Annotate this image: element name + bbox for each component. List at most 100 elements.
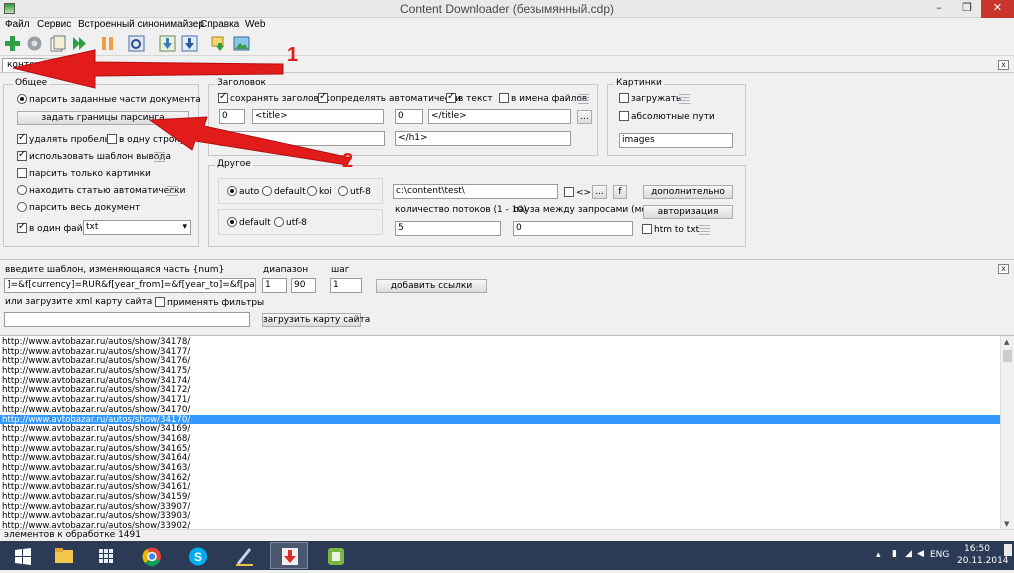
scroll-up-icon[interactable]: ▲ <box>1004 338 1009 346</box>
htm-to-txt-checkbox[interactable]: htm to txt <box>642 224 699 236</box>
list-item[interactable]: http://www.avtobazar.ru/autos/show/34169… <box>0 424 1000 434</box>
images-folder-field[interactable]: images <box>619 133 733 148</box>
signal-icon[interactable]: ◢ <box>905 549 912 559</box>
scroll-thumb[interactable] <box>1003 350 1012 362</box>
volume-icon[interactable]: ◀ <box>917 549 924 559</box>
list-scrollbar[interactable]: ▲ ▼ <box>1000 336 1014 529</box>
to-text-checkbox[interactable]: в текст <box>446 91 493 105</box>
pages-icon[interactable] <box>48 34 67 53</box>
list-item[interactable]: http://www.avtobazar.ru/autos/show/33907… <box>0 502 1000 512</box>
url-list[interactable]: http://www.avtobazar.ru/autos/show/34178… <box>0 335 1014 529</box>
detect-auto-checkbox[interactable]: определять автоматически <box>318 91 461 105</box>
heading-start-tag[interactable]: <title> <box>252 109 384 124</box>
add-links-button[interactable]: добавить ссылки <box>376 279 487 293</box>
enc-utf8-option[interactable]: utf-8 <box>338 186 371 198</box>
enc2-utf8-option[interactable]: utf-8 <box>274 217 307 229</box>
heading-more-button[interactable]: ... <box>577 110 592 124</box>
list-item[interactable]: http://www.avtobazar.ru/autos/show/34177… <box>0 347 1000 357</box>
language-indicator[interactable]: ENG <box>930 550 949 560</box>
content-downloader-icon[interactable] <box>270 542 308 569</box>
scroll-down-icon[interactable]: ▼ <box>1004 520 1009 528</box>
minimize-button[interactable]: – <box>927 0 951 18</box>
heading-end-tag[interactable]: </title> <box>428 109 571 124</box>
list-item[interactable]: http://www.avtobazar.ru/autos/show/34163… <box>0 463 1000 473</box>
pause-field[interactable]: 0 <box>513 221 633 236</box>
load-images-checkbox[interactable]: загружать <box>619 93 681 105</box>
list-item[interactable]: http://www.avtobazar.ru/autos/show/34159… <box>0 492 1000 502</box>
writer-icon[interactable] <box>224 542 262 569</box>
pause-icon[interactable] <box>98 34 117 53</box>
heading-end-offset[interactable]: 0 <box>395 109 423 124</box>
menu-help[interactable]: Справка <box>200 18 239 32</box>
load-sitemap-button[interactable]: загрузить карту сайта <box>262 313 370 327</box>
window-search-icon[interactable] <box>127 34 146 53</box>
list-item[interactable]: http://www.avtobazar.ru/autos/show/34170… <box>0 414 1000 424</box>
browse-path-button[interactable]: ... <box>592 185 607 199</box>
enc-auto-option[interactable]: auto <box>227 186 259 198</box>
lt-gt-checkbox[interactable]: <> <box>564 187 591 199</box>
explorer-icon[interactable] <box>44 542 82 569</box>
save-heading-checkbox[interactable]: сохранять заголовок <box>218 91 330 105</box>
list-settings-icon[interactable] <box>679 94 690 104</box>
list-item[interactable]: http://www.avtobazar.ru/autos/show/33903… <box>0 511 1000 522</box>
list-item[interactable]: http://www.avtobazar.ru/autos/show/34170… <box>0 405 1000 415</box>
list-item[interactable]: http://www.avtobazar.ru/autos/show/34178… <box>0 337 1000 347</box>
menu-synonymizer[interactable]: Встроенный синонимайзер <box>78 18 204 32</box>
download-icon[interactable] <box>158 34 177 53</box>
list-item[interactable]: http://www.avtobazar.ru/autos/show/34174… <box>0 376 1000 386</box>
list-item[interactable]: http://www.avtobazar.ru/autos/show/34168… <box>0 434 1000 444</box>
list-item[interactable]: http://www.avtobazar.ru/autos/show/34165… <box>0 444 1000 454</box>
gear-icon[interactable] <box>25 34 44 53</box>
menu-file[interactable]: Файл <box>5 18 30 32</box>
find-auto-option[interactable]: находить статью автоматически <box>17 185 185 197</box>
f-button[interactable]: f <box>613 185 627 199</box>
file-type-select[interactable]: txt ▾ <box>83 220 191 235</box>
authorization-button[interactable]: авторизация <box>643 205 733 219</box>
extra-settings-button[interactable]: дополнительно <box>643 185 733 199</box>
enc-koi-option[interactable]: koi <box>307 186 332 198</box>
list-settings-icon[interactable] <box>578 94 589 104</box>
play-icon[interactable] <box>70 34 89 53</box>
chrome-icon[interactable] <box>132 542 170 569</box>
tab-close-button[interactable]: x <box>998 60 1009 70</box>
heading-alt-end-tag[interactable]: </h1> <box>395 131 571 146</box>
template-field[interactable]: ]=&f[currency]=RUR&f[year_from]=&f[year_… <box>4 278 256 293</box>
range-from-field[interactable]: 1 <box>262 278 287 293</box>
clock-time[interactable]: 16:50 <box>964 544 990 554</box>
add-icon[interactable] <box>3 34 22 53</box>
apps-icon[interactable] <box>86 542 124 569</box>
whole-doc-option[interactable]: парсить весь документ <box>17 202 140 214</box>
one-file-checkbox[interactable]: в один файл <box>17 221 88 235</box>
menu-web[interactable]: Web <box>245 18 265 32</box>
template-close-button[interactable]: x <box>998 264 1009 274</box>
output-path-field[interactable]: c:\content\test\ <box>393 184 558 199</box>
list-item[interactable]: http://www.avtobazar.ru/autos/show/33902… <box>0 521 1000 529</box>
heading-alt-start-tag[interactable]: <h1> <box>219 131 385 146</box>
list-item[interactable]: http://www.avtobazar.ru/autos/show/34172… <box>0 385 1000 396</box>
export-icon[interactable] <box>210 34 229 53</box>
sitemap-field[interactable] <box>4 312 250 327</box>
enc2-default-option[interactable]: default <box>227 217 271 229</box>
range-to-field[interactable]: 90 <box>291 278 316 293</box>
skype-icon[interactable]: S <box>178 542 216 569</box>
network-icon[interactable]: ▮ <box>892 549 897 559</box>
list-item[interactable]: http://www.avtobazar.ru/autos/show/34176… <box>0 356 1000 367</box>
notification-icon[interactable] <box>1004 544 1012 556</box>
enc-default-option[interactable]: default <box>262 186 306 198</box>
list-settings-icon[interactable] <box>699 225 710 235</box>
menu-service[interactable]: Сервис <box>37 18 71 32</box>
heading-start-offset[interactable]: 0 <box>219 109 245 124</box>
parse-parts-option[interactable]: парсить заданные части документа <box>17 94 201 106</box>
list-item[interactable]: http://www.avtobazar.ru/autos/show/34171… <box>0 395 1000 405</box>
clock-date[interactable]: 20.11.2014 <box>957 556 1009 566</box>
tray-arrow-icon[interactable]: ▴ <box>876 550 881 560</box>
maximize-button[interactable]: ❐ <box>955 0 979 18</box>
tab-second[interactable]: со <box>44 58 58 73</box>
set-bounds-button[interactable]: задать границы парсинга <box>17 111 189 125</box>
list-item[interactable]: http://www.avtobazar.ru/autos/show/34162… <box>0 473 1000 483</box>
apply-filters-checkbox[interactable]: применять фильтры <box>155 297 264 309</box>
evernote-icon[interactable] <box>316 542 354 569</box>
abs-paths-checkbox[interactable]: абсолютные пути <box>619 111 715 123</box>
download-alt-icon[interactable] <box>180 34 199 53</box>
list-item[interactable]: http://www.avtobazar.ru/autos/show/34175… <box>0 366 1000 376</box>
